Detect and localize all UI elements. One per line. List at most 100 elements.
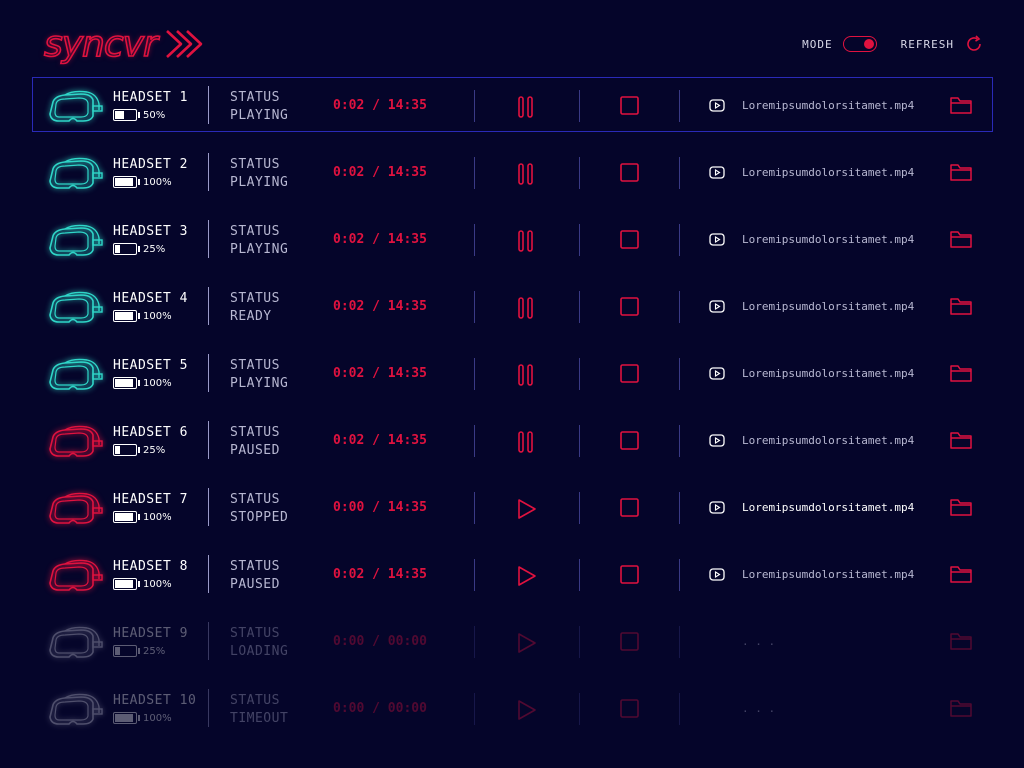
mode-label: MODE — [802, 37, 833, 51]
video-filename: Loremipsumdolorsitamet.mp4 — [742, 501, 915, 514]
play-button[interactable] — [514, 698, 538, 722]
mode-toggle[interactable] — [842, 36, 877, 52]
stop-button[interactable] — [619, 497, 641, 519]
battery-icon — [113, 645, 140, 657]
pause-button[interactable] — [514, 296, 538, 320]
folder-icon[interactable] — [949, 564, 973, 584]
status-value: PAUSED — [230, 443, 280, 458]
video-filename: Loremipsumdolorsitamet.mp4 — [742, 99, 915, 112]
divider — [208, 622, 209, 660]
divider — [579, 425, 580, 457]
playback-time: 0:02 / 14:35 — [333, 567, 427, 582]
battery-indicator: 100% — [113, 511, 172, 523]
battery-indicator: 25% — [113, 645, 165, 657]
folder-icon[interactable] — [949, 430, 973, 450]
stop-button[interactable] — [619, 229, 641, 251]
stop-button[interactable] — [619, 162, 641, 184]
stop-button[interactable] — [619, 296, 641, 318]
headset-row[interactable]: HEADSET 2 100% STATUS PLAYING 0:02 / 14:… — [32, 144, 993, 199]
status-label: STATUS — [230, 157, 280, 172]
stop-button[interactable] — [619, 95, 641, 117]
divider — [679, 693, 680, 725]
headset-row[interactable]: HEADSET 7 100% STATUS STOPPED 0:00 / 14:… — [32, 479, 993, 534]
video-filename: Loremipsumdolorsitamet.mp4 — [742, 300, 915, 313]
stop-button[interactable] — [619, 564, 641, 586]
playback-time: 0:00 / 00:00 — [333, 634, 427, 649]
vr-headset-icon — [47, 693, 105, 733]
divider — [474, 626, 475, 658]
play-button[interactable] — [514, 497, 538, 521]
vr-headset-icon — [47, 90, 105, 130]
folder-icon[interactable] — [949, 631, 973, 651]
status-text: STATUS PAUSED — [230, 558, 280, 594]
battery-percent: 25% — [143, 444, 166, 456]
headset-row[interactable]: HEADSET 10 100% STATUS TIMEOUT 0:00 / 00… — [32, 680, 993, 735]
status-text: STATUS LOADING — [230, 625, 288, 661]
battery-indicator: 100% — [113, 310, 172, 322]
status-text: STATUS PAUSED — [230, 424, 280, 460]
folder-icon[interactable] — [949, 229, 973, 249]
divider — [679, 157, 680, 189]
headset-row[interactable]: HEADSET 4 100% STATUS READY 0:02 / 14:35… — [32, 278, 993, 333]
video-icon — [709, 233, 725, 246]
headset-row[interactable]: HEADSET 8 100% STATUS PAUSED 0:02 / 14:3… — [32, 546, 993, 601]
status-label: STATUS — [230, 693, 280, 708]
divider — [474, 559, 475, 591]
divider — [474, 693, 475, 725]
divider — [208, 689, 209, 727]
logo-chevrons-icon — [165, 30, 203, 58]
top-controls: MODE REFRESH — [802, 34, 984, 54]
playback-time: 0:02 / 14:35 — [333, 433, 427, 448]
stop-button[interactable] — [619, 363, 641, 385]
stop-button[interactable] — [619, 631, 641, 653]
battery-icon — [113, 243, 140, 255]
status-label: STATUS — [230, 224, 280, 239]
battery-icon — [113, 377, 140, 389]
status-value: TIMEOUT — [230, 711, 289, 726]
refresh-icon[interactable] — [964, 34, 984, 54]
divider — [208, 287, 209, 325]
folder-icon[interactable] — [949, 162, 973, 182]
folder-icon[interactable] — [949, 497, 973, 517]
divider — [579, 90, 580, 122]
divider — [208, 86, 209, 124]
battery-fill — [115, 446, 120, 454]
headset-row[interactable]: HEADSET 1 50% STATUS PLAYING 0:02 / 14:3… — [32, 77, 993, 132]
pause-button[interactable] — [514, 430, 538, 454]
divider — [579, 291, 580, 323]
folder-icon[interactable] — [949, 296, 973, 316]
divider — [679, 90, 680, 122]
refresh-label[interactable]: REFRESH — [901, 38, 954, 51]
stop-button[interactable] — [619, 430, 641, 452]
headset-row[interactable]: HEADSET 9 25% STATUS LOADING 0:00 / 00:0… — [32, 613, 993, 668]
divider — [679, 224, 680, 256]
pause-button[interactable] — [514, 95, 538, 119]
divider — [208, 220, 209, 258]
folder-icon[interactable] — [949, 698, 973, 718]
status-label: STATUS — [230, 425, 280, 440]
status-text: STATUS PLAYING — [230, 89, 288, 125]
battery-indicator: 50% — [113, 109, 165, 121]
battery-fill — [115, 513, 133, 521]
vr-headset-icon — [47, 224, 105, 264]
headset-row[interactable]: HEADSET 6 25% STATUS PAUSED 0:02 / 14:35… — [32, 412, 993, 467]
divider — [474, 425, 475, 457]
battery-indicator: 100% — [113, 176, 172, 188]
battery-percent: 100% — [143, 712, 172, 724]
video-filename: . . . — [742, 635, 776, 648]
pause-button[interactable] — [514, 229, 538, 253]
video-icon — [709, 166, 725, 179]
headset-row[interactable]: HEADSET 3 25% STATUS PLAYING 0:02 / 14:3… — [32, 211, 993, 266]
play-button[interactable] — [514, 564, 538, 588]
stop-button[interactable] — [619, 698, 641, 720]
battery-icon — [113, 310, 140, 322]
headset-row[interactable]: HEADSET 5 100% STATUS PLAYING 0:02 / 14:… — [32, 345, 993, 400]
folder-icon[interactable] — [949, 95, 973, 115]
play-button[interactable] — [514, 631, 538, 655]
pause-button[interactable] — [514, 162, 538, 186]
folder-icon[interactable] — [949, 363, 973, 383]
headset-name: HEADSET 5 — [113, 358, 188, 373]
pause-button[interactable] — [514, 363, 538, 387]
video-filename: . . . — [742, 702, 776, 715]
toggle-knob — [863, 39, 874, 49]
